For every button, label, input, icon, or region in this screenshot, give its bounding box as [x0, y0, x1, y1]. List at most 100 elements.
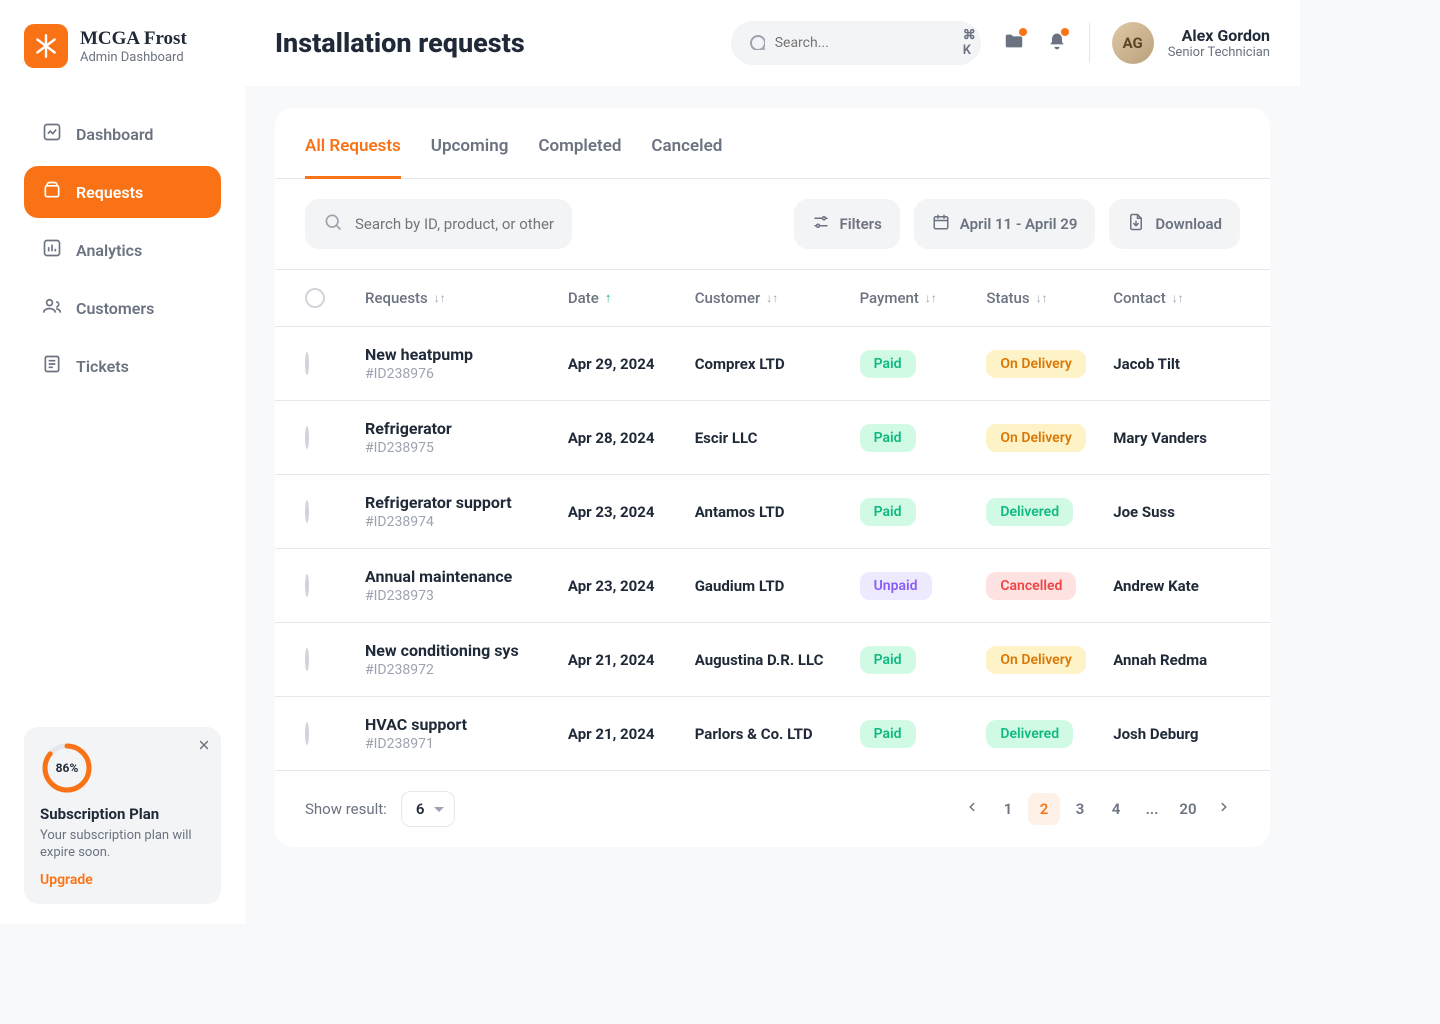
table-row[interactable]: Annual maintenance #ID238973 Apr 23, 202…: [275, 549, 1270, 623]
request-date: Apr 29, 2024: [568, 355, 695, 373]
download-button[interactable]: Download: [1109, 199, 1240, 249]
table-row[interactable]: HVAC support #ID238971 Apr 21, 2024 Parl…: [275, 697, 1270, 771]
page-3[interactable]: 3: [1064, 793, 1096, 825]
calendar-icon: [932, 213, 950, 235]
sliders-icon: [812, 213, 830, 235]
brand-subtitle: Admin Dashboard: [80, 50, 187, 65]
request-id: #ID238976: [365, 366, 568, 382]
request-contact: Joe Suss: [1113, 503, 1240, 521]
chevron-left-icon: [965, 800, 979, 818]
request-title: Annual maintenance: [365, 567, 568, 586]
pagination: 1234...20: [956, 793, 1240, 825]
row-radio[interactable]: [305, 500, 309, 523]
notification-dot: [1019, 28, 1027, 36]
close-icon[interactable]: [197, 737, 211, 756]
page-size-value: 6: [416, 800, 425, 818]
table-footer: Show result: 6 1234...20: [275, 771, 1270, 847]
request-contact: Mary Vanders: [1113, 429, 1240, 447]
tab-completed[interactable]: Completed: [538, 136, 621, 178]
request-id: #ID238971: [365, 736, 568, 752]
table-search[interactable]: [305, 199, 572, 249]
request-id: #ID238972: [365, 662, 568, 678]
column-date[interactable]: Date↑: [568, 289, 695, 307]
progress-percent: 86%: [40, 741, 94, 795]
table-row[interactable]: New heatpump #ID238976 Apr 29, 2024 Comp…: [275, 327, 1270, 401]
upgrade-link[interactable]: Upgrade: [40, 872, 205, 888]
row-radio[interactable]: [305, 574, 309, 597]
page-2[interactable]: 2: [1028, 793, 1060, 825]
request-contact: Josh Deburg: [1113, 725, 1240, 743]
row-radio[interactable]: [305, 648, 309, 671]
column-contact[interactable]: Contact↓↑: [1113, 289, 1240, 307]
brand-name: MCGA Frost: [80, 28, 187, 50]
prev-page[interactable]: [956, 793, 988, 825]
tab-canceled[interactable]: Canceled: [651, 136, 722, 178]
select-all-radio[interactable]: [305, 288, 325, 308]
subscription-card: 86% Subscription Plan Your subscription …: [24, 727, 221, 904]
table-row[interactable]: Refrigerator support #ID238974 Apr 23, 2…: [275, 475, 1270, 549]
column-status[interactable]: Status↓↑: [986, 289, 1113, 307]
row-radio[interactable]: [305, 352, 309, 375]
column-requests[interactable]: Requests↓↑: [365, 289, 568, 307]
sort-icon: ↓↑: [1172, 291, 1184, 305]
tab-upcoming[interactable]: Upcoming: [431, 136, 509, 178]
filters-label: Filters: [840, 215, 882, 233]
request-customer: Comprex LTD: [695, 355, 860, 373]
request-title: New conditioning sys: [365, 641, 568, 660]
download-label: Download: [1155, 215, 1222, 233]
request-customer: Antamos LTD: [695, 503, 860, 521]
payment-badge: Paid: [860, 720, 916, 748]
sidebar-item-analytics[interactable]: Analytics: [24, 224, 221, 276]
table-search-input[interactable]: [355, 215, 554, 233]
sidebar-item-label: Customers: [76, 299, 154, 318]
request-contact: Annah Redma: [1113, 651, 1240, 669]
page-4[interactable]: 4: [1100, 793, 1132, 825]
bell-icon[interactable]: [1047, 30, 1067, 56]
payment-badge: Unpaid: [860, 572, 932, 600]
request-customer: Augustina D.R. LLC: [695, 651, 860, 669]
next-page[interactable]: [1208, 793, 1240, 825]
sidebar-item-requests[interactable]: Requests: [24, 166, 221, 218]
page-title: Installation requests: [275, 27, 525, 59]
table-row[interactable]: New conditioning sys #ID238972 Apr 21, 2…: [275, 623, 1270, 697]
snowflake-icon: [24, 24, 68, 68]
search-input[interactable]: [775, 35, 953, 51]
request-contact: Andrew Kate: [1113, 577, 1240, 595]
user-menu[interactable]: AG Alex Gordon Senior Technician: [1112, 22, 1270, 64]
sidebar-item-label: Dashboard: [76, 125, 153, 144]
user-role: Senior Technician: [1168, 45, 1270, 60]
sort-icon: ↓↑: [766, 291, 778, 305]
sidebar-item-label: Tickets: [76, 357, 129, 376]
column-payment[interactable]: Payment↓↑: [860, 289, 987, 307]
folder-icon[interactable]: [1003, 30, 1025, 56]
kbd-shortcut: ⌘ K: [963, 28, 976, 58]
row-radio[interactable]: [305, 722, 309, 745]
row-radio[interactable]: [305, 426, 309, 449]
filters-button[interactable]: Filters: [794, 199, 900, 249]
global-search[interactable]: ⌘ K: [731, 21, 981, 65]
status-badge: Delivered: [986, 720, 1073, 748]
daterange-button[interactable]: April 11 - April 29: [914, 199, 1096, 249]
notification-dot: [1061, 28, 1069, 36]
user-name: Alex Gordon: [1168, 26, 1270, 45]
sidebar-item-tickets[interactable]: Tickets: [24, 340, 221, 392]
sidebar-item-customers[interactable]: Customers: [24, 282, 221, 334]
progress-ring: 86%: [40, 741, 94, 795]
divider: [1089, 23, 1090, 63]
table-header: Requests↓↑Date↑Customer↓↑Payment↓↑Status…: [275, 270, 1270, 327]
column-customer[interactable]: Customer↓↑: [695, 289, 860, 307]
sort-icon: ↓↑: [1036, 291, 1048, 305]
tab-all-requests[interactable]: All Requests: [305, 136, 401, 179]
primary-nav: Dashboard Requests Analytics Customers Ticke…: [24, 108, 221, 392]
request-date: Apr 23, 2024: [568, 503, 695, 521]
sidebar: MCGA Frost Admin Dashboard Dashboard Requ…: [0, 0, 245, 924]
page-size-select[interactable]: 6: [401, 791, 456, 827]
subscription-title: Subscription Plan: [40, 805, 205, 823]
sidebar-item-dashboard[interactable]: Dashboard: [24, 108, 221, 160]
page-ellipsis: ...: [1136, 793, 1168, 825]
page-20[interactable]: 20: [1172, 793, 1204, 825]
analytics-icon: [42, 238, 62, 262]
download-icon: [1127, 213, 1145, 235]
table-row[interactable]: Refrigerator #ID238975 Apr 28, 2024 Esci…: [275, 401, 1270, 475]
page-1[interactable]: 1: [992, 793, 1024, 825]
